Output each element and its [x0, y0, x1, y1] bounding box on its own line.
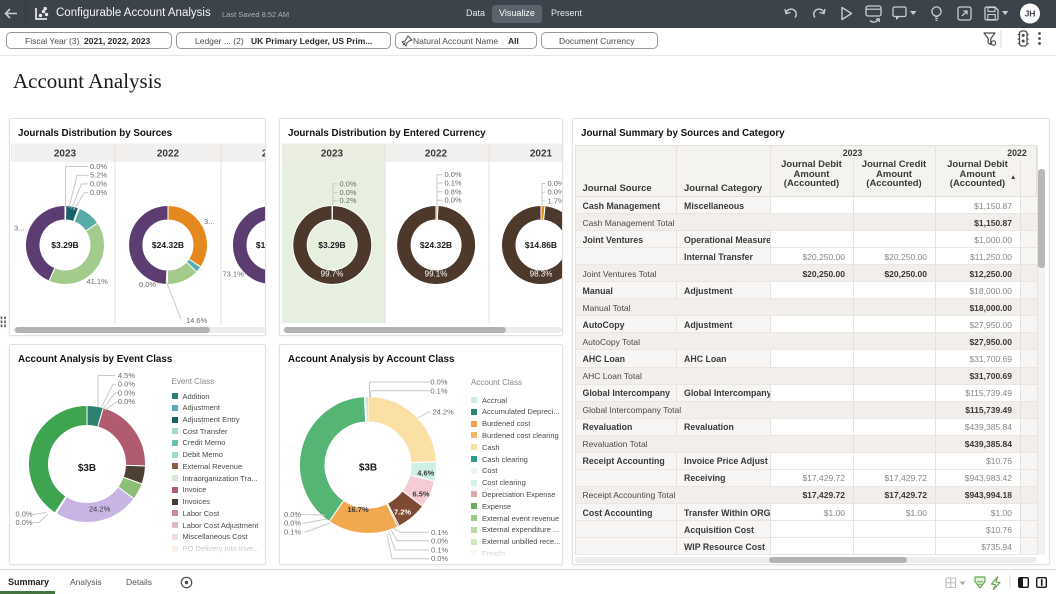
svg-text:2023: 2023 [321, 149, 344, 160]
svg-text:0.0%: 0.0% [139, 280, 156, 289]
svg-text:0.0%: 0.0% [118, 380, 135, 389]
svg-text:2022: 2022 [425, 149, 448, 160]
svg-text:5.2%: 5.2% [90, 171, 107, 180]
svg-text:0.0%: 0.0% [118, 397, 135, 406]
svg-text:2022: 2022 [157, 149, 180, 160]
svg-text:24.2%: 24.2% [89, 505, 111, 514]
svg-text:99.1%: 99.1% [425, 270, 448, 279]
svg-text:$3B: $3B [78, 463, 96, 474]
svg-text:2023: 2023 [54, 149, 77, 160]
svg-text:14.6%: 14.6% [186, 316, 208, 325]
svg-text:4.5%: 4.5% [118, 371, 135, 380]
svg-text:99.7%: 99.7% [321, 270, 344, 279]
svg-text:0.0%: 0.0% [16, 518, 33, 527]
svg-text:2021: 2021 [530, 149, 553, 160]
svg-text:0.0%: 0.0% [284, 519, 301, 528]
svg-text:0.2%: 0.2% [340, 196, 357, 205]
svg-text:0.0%: 0.0% [445, 196, 462, 205]
svg-text:0.0%: 0.0% [430, 378, 447, 387]
svg-text:$24.32B: $24.32B [420, 240, 452, 250]
svg-text:0.0%: 0.0% [431, 537, 448, 546]
svg-text:0.0%: 0.0% [431, 554, 448, 563]
svg-text:$3.29B: $3.29B [51, 240, 78, 250]
svg-text:$3.29B: $3.29B [318, 240, 345, 250]
svg-text:$24.32B: $24.32B [152, 240, 184, 250]
svg-text:0.1%: 0.1% [431, 546, 448, 555]
svg-text:0.1%: 0.1% [430, 386, 447, 395]
svg-text:0.0%: 0.0% [90, 179, 107, 188]
svg-text:16.7%: 16.7% [347, 505, 369, 514]
svg-text:0.0%: 0.0% [90, 162, 107, 171]
svg-text:3...: 3... [204, 217, 214, 226]
svg-text:1.7%: 1.7% [548, 196, 564, 205]
svg-text:$14.86B: $14.86B [525, 240, 557, 250]
svg-text:0.0%: 0.0% [284, 510, 301, 519]
svg-text:24.2%: 24.2% [433, 408, 455, 417]
svg-text:98.3%: 98.3% [530, 270, 553, 279]
svg-text:73.1%: 73.1% [223, 270, 245, 279]
svg-text:0.0%: 0.0% [548, 179, 564, 188]
svg-text:7.2%: 7.2% [394, 507, 411, 516]
svg-text:2021: 2021 [262, 149, 266, 160]
svg-text:0.1%: 0.1% [284, 527, 301, 536]
svg-text:0.0%: 0.0% [548, 188, 564, 197]
svg-text:41.1%: 41.1% [87, 277, 109, 286]
svg-text:0.0%: 0.0% [340, 179, 357, 188]
svg-text:$14.86B: $14.86B [256, 240, 266, 250]
svg-text:0.1%: 0.1% [445, 179, 462, 188]
svg-text:6.5%: 6.5% [412, 490, 429, 499]
svg-text:4.6%: 4.6% [417, 469, 434, 478]
svg-text:$3B: $3B [359, 463, 377, 474]
svg-text:0.0%: 0.0% [90, 188, 107, 197]
svg-text:3...: 3... [14, 224, 24, 233]
svg-text:0.0%: 0.0% [118, 388, 135, 397]
